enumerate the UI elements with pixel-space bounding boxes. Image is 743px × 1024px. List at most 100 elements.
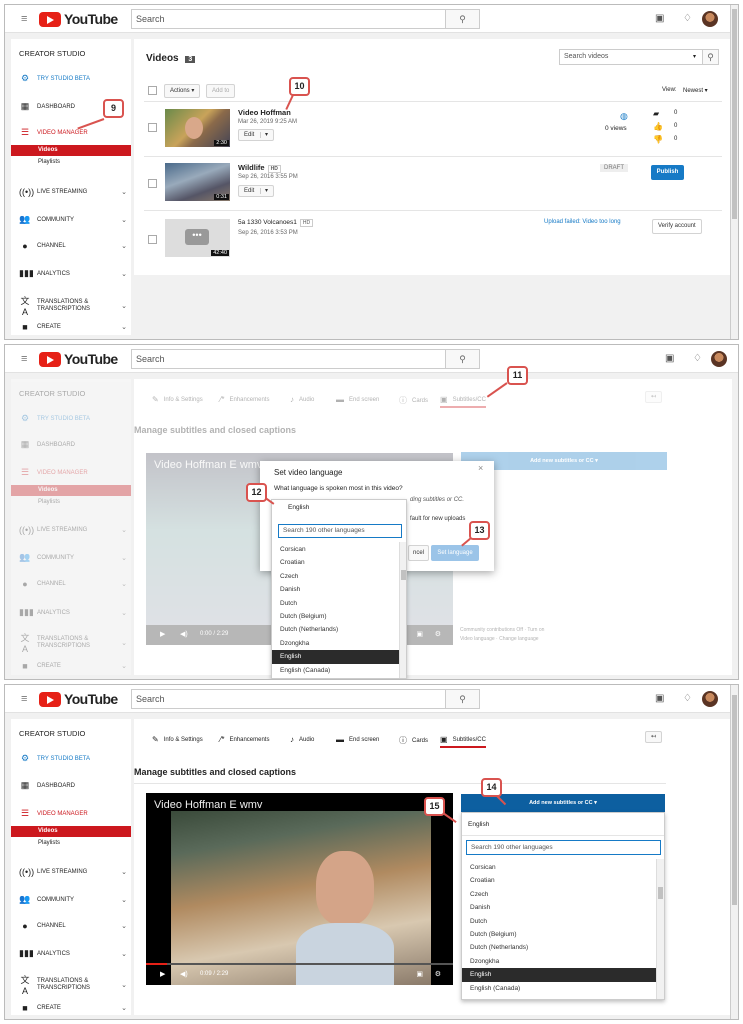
sidebar-sub-playlists[interactable]: Playlists: [11, 497, 131, 508]
video-language-link[interactable]: Video language · Change language: [460, 636, 539, 642]
chevron-down-icon[interactable]: ⌄: [121, 950, 127, 958]
bell-icon[interactable]: ♢: [683, 693, 692, 704]
chevron-down-icon[interactable]: ⌄: [121, 1004, 127, 1012]
video-thumbnail[interactable]: ••• 42:40: [165, 219, 230, 257]
video-camera-icon[interactable]: ▣: [655, 13, 664, 24]
table-row[interactable]: 2:30 Video Hoffman Mar 26, 2019 9:25 AM …: [134, 103, 732, 155]
chevron-down-icon[interactable]: ▾: [260, 132, 269, 138]
search-icon[interactable]: ⚲: [445, 690, 479, 708]
sidebar-item-try-beta[interactable]: ⚙ TRY STUDIO BETA: [19, 753, 127, 764]
tab-info-settings[interactable]: ✎ Info & Settings: [152, 395, 203, 404]
hamburger-icon[interactable]: ≡: [21, 13, 27, 25]
language-scrollbar[interactable]: [399, 542, 406, 678]
sidebar-item-create[interactable]: ■ CREATE ⌄: [19, 1003, 127, 1013]
tab-cards[interactable]: ⓘ Cards: [399, 395, 428, 406]
chevron-down-icon[interactable]: ⌄: [121, 323, 127, 331]
play-icon[interactable]: ▶: [160, 630, 165, 638]
sidebar-item-video-manager[interactable]: ☰ VIDEO MANAGER: [19, 467, 127, 478]
search-icon[interactable]: ⚲: [702, 50, 718, 64]
sidebar-item-community[interactable]: 👥 COMMUNITY ⌄: [19, 552, 127, 563]
sidebar-item-live[interactable]: ((•)) LIVE STREAMING ⌄: [19, 187, 127, 197]
sidebar-item-create[interactable]: ■ CREATE ⌄: [19, 661, 127, 671]
selected-language[interactable]: English: [288, 504, 309, 511]
volume-icon[interactable]: ◀): [180, 970, 188, 978]
chevron-down-icon[interactable]: ⌄: [121, 922, 127, 930]
chevron-down-icon[interactable]: ⌄: [121, 609, 127, 617]
sidebar-item-live[interactable]: ((•)) LIVE STREAMING ⌄: [19, 867, 127, 877]
avatar[interactable]: [702, 691, 718, 707]
row-checkbox[interactable]: [148, 179, 157, 188]
sidebar-item-translations[interactable]: 文A TRANSLATIONS & TRANSCRIPTIONS ⌄: [19, 973, 127, 996]
chevron-down-icon[interactable]: ⌄: [121, 188, 127, 196]
hamburger-icon[interactable]: ≡: [21, 693, 27, 705]
list-item[interactable]: Dzongkha: [462, 955, 657, 968]
list-item[interactable]: Czech: [272, 570, 400, 583]
sidebar-item-create[interactable]: ■ CREATE ⌄: [19, 322, 127, 332]
sidebar-item-analytics[interactable]: ▮▮▮ ANALYTICS ⌄: [19, 607, 127, 618]
sidebar-item-channel[interactable]: ● CHANNEL ⌄: [19, 579, 127, 589]
sidebar-sub-videos[interactable]: Videos: [11, 485, 131, 496]
list-item[interactable]: Croatian: [272, 556, 400, 569]
sidebar-item-try-beta[interactable]: ⚙ TRY STUDIO BETA: [19, 413, 127, 424]
youtube-logo[interactable]: YouTube: [39, 11, 118, 27]
list-item[interactable]: Dutch (Belgium): [462, 928, 657, 941]
list-item[interactable]: English (Canada): [272, 664, 400, 677]
search-input[interactable]: Search ⚲: [131, 689, 480, 709]
edit-button[interactable]: Edit ▾: [238, 129, 275, 141]
back-button[interactable]: ↤: [645, 731, 663, 743]
tab-subtitles[interactable]: ▣ Subtitles/CC: [440, 395, 486, 408]
tab-end-screen[interactable]: ▬ End screen: [336, 395, 379, 404]
hamburger-icon[interactable]: ≡: [21, 353, 27, 365]
bell-icon[interactable]: ♢: [683, 13, 692, 24]
sidebar-item-community[interactable]: 👥 COMMUNITY ⌄: [19, 894, 127, 905]
cancel-button[interactable]: ncel: [408, 545, 430, 561]
tab-enhancements[interactable]: ⁄* Enhancements: [220, 395, 269, 404]
row-checkbox[interactable]: [148, 235, 157, 244]
list-item[interactable]: English (Canada): [462, 982, 657, 995]
sidebar-item-translations[interactable]: 文A TRANSLATIONS & TRANSCRIPTIONS ⌄: [19, 294, 127, 317]
tab-info-settings[interactable]: ✎ Info & Settings: [152, 735, 203, 744]
table-row[interactable]: 0:31 Wildlife HD Sep 26, 2016 3:55 PM Edi…: [134, 157, 732, 209]
tab-audio[interactable]: ♪ Audio: [290, 395, 314, 404]
sidebar-item-translations[interactable]: 文A TRANSLATIONS & TRANSCRIPTIONS ⌄: [19, 631, 127, 654]
page-scrollbar[interactable]: [730, 5, 738, 339]
chevron-down-icon[interactable]: ⌄: [121, 868, 127, 876]
sidebar-item-video-manager[interactable]: ☰ VIDEO MANAGER: [19, 808, 127, 819]
gear-icon[interactable]: ⚙: [435, 630, 441, 638]
chevron-down-icon[interactable]: ⌄: [121, 896, 127, 904]
table-row[interactable]: ••• 42:40 5a 1330 Volcanoes1 HD Sep 26, 2…: [134, 211, 732, 263]
sidebar-sub-playlists[interactable]: Playlists: [11, 157, 131, 168]
bell-icon[interactable]: ♢: [693, 353, 702, 364]
video-thumbnail[interactable]: 2:30: [165, 109, 230, 147]
select-all-checkbox[interactable]: [148, 86, 157, 95]
close-icon[interactable]: ×: [478, 463, 483, 473]
chevron-down-icon[interactable]: ⌄: [121, 526, 127, 534]
youtube-logo[interactable]: YouTube: [39, 691, 118, 707]
cc-icon[interactable]: ▣: [416, 630, 423, 638]
sidebar-item-analytics[interactable]: ▮▮▮ ANALYTICS ⌄: [19, 948, 127, 959]
tab-enhancements[interactable]: ⁄* Enhancements: [220, 735, 269, 744]
video-title[interactable]: 5a 1330 Volcanoes1 HD: [238, 219, 314, 227]
list-item[interactable]: Corsican: [462, 861, 657, 874]
sidebar-item-channel[interactable]: ● CHANNEL ⌄: [19, 921, 127, 931]
list-item[interactable]: Danish: [462, 901, 657, 914]
sidebar-sub-playlists[interactable]: Playlists: [11, 838, 131, 849]
chevron-down-icon[interactable]: ⌄: [121, 302, 127, 310]
chevron-down-icon[interactable]: ⌄: [121, 981, 127, 989]
avatar[interactable]: [702, 11, 718, 27]
list-item[interactable]: Dutch (Belgium): [272, 610, 400, 623]
video-camera-icon[interactable]: ▣: [655, 693, 664, 704]
list-item[interactable]: Czech: [462, 888, 657, 901]
language-search-input[interactable]: Search 190 other languages: [278, 524, 402, 538]
video-camera-icon[interactable]: ▣: [665, 353, 674, 364]
sidebar-item-analytics[interactable]: ▮▮▮ ANALYTICS ⌄: [19, 268, 127, 279]
upload-failed-status[interactable]: Upload failed: Video too long: [544, 219, 621, 225]
chevron-down-icon[interactable]: ⌄: [121, 270, 127, 278]
chevron-down-icon[interactable]: ⌄: [121, 216, 127, 224]
sidebar-item-live[interactable]: ((•)) LIVE STREAMING ⌄: [19, 525, 127, 535]
language-search-input[interactable]: Search 190 other languages: [466, 840, 661, 855]
chevron-down-icon[interactable]: ⌄: [121, 662, 127, 670]
sort-dropdown[interactable]: Newest ▾: [683, 87, 708, 94]
chevron-down-icon[interactable]: ▾: [693, 53, 696, 60]
list-item[interactable]: Croatian: [462, 874, 657, 887]
